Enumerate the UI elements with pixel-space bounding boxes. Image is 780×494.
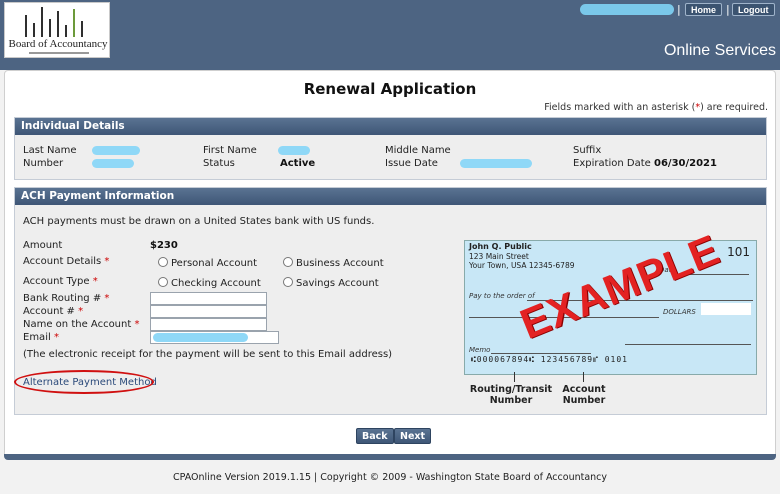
email-label: Email * [23,332,59,343]
name-on-account-input[interactable] [150,318,267,331]
savings-account-label[interactable]: Savings Account [296,278,379,289]
amount-value: $230 [150,240,178,251]
check-city: Your Town, USA 12345-6789 [469,261,575,270]
routing-pointer [514,372,515,382]
suffix-label: Suffix [573,145,602,156]
page-title: Renewal Application [303,80,477,98]
logo-subtitle-line [29,52,89,54]
business-account-label[interactable]: Business Account [296,258,384,269]
username-redacted [580,4,674,15]
individual-details-heading: Individual Details [15,118,766,135]
number-redacted [92,159,134,168]
bank-routing-input[interactable] [150,292,267,305]
account-type-label: Account Type * [23,276,98,287]
next-button[interactable]: Next [394,428,432,444]
red-annotation-circle [14,370,154,394]
home-button[interactable]: Home [685,3,723,16]
receipt-note: (The electronic receipt for the payment … [23,349,393,360]
account-pointer [583,372,584,382]
header-separator: | [726,3,730,16]
logo-bars-graphic [25,7,95,37]
account-number-label: Account # * [23,306,84,317]
online-services-title: Online Services [663,42,776,59]
ach-payment-heading: ACH Payment Information [15,188,766,205]
amount-label: Amount [23,240,63,251]
business-account-radio[interactable] [283,257,293,267]
first-name-label: First Name [203,145,257,156]
check-memo-line [491,353,591,354]
footer-copyright: CPAOnline Version 2019.1.15 | Copyright … [172,472,608,483]
board-of-accountancy-logo[interactable]: Board of Accountancy [4,2,110,58]
name-on-account-label: Name on the Account * [23,319,140,330]
status-label: Status [203,158,235,169]
personal-account-label[interactable]: Personal Account [171,258,257,269]
email-redacted [153,333,248,342]
status-value: Active [280,158,316,169]
first-name-redacted [278,146,310,155]
expiration-date-value: 06/30/2021 [654,158,717,169]
account-details-label: Account Details * [23,256,110,267]
email-input[interactable] [150,331,279,344]
example-check-image: John Q. Public 123 Main Street Your Town… [464,225,757,375]
check-dollars-label: DOLLARS [663,308,696,316]
routing-transit-caption: Routing/Transit Number [469,384,553,406]
check-number: 101 [727,245,750,259]
ach-notice: ACH payments must be drawn on a United S… [23,216,375,227]
check-account-holder: John Q. Public [469,242,532,251]
last-name-label: Last Name [23,145,77,156]
check-signature-line [625,344,751,345]
account-number-caption: Account Number [562,384,606,406]
check-amount-box [701,303,751,315]
middle-name-label: Middle Name [385,145,451,156]
check-street: 123 Main Street [469,252,529,261]
card-bottom-bar [4,454,776,460]
back-button[interactable]: Back [356,428,394,444]
last-name-redacted [92,146,140,155]
required-fields-note: Fields marked with an asterisk (*) are r… [544,102,768,113]
expiration-date-label: Expiration Date [573,158,651,169]
check-micr-line: ⑆000067894⑆ 123456789⑈ 0101 [471,355,628,364]
header-separator: | [677,3,681,16]
account-number-input[interactable] [150,305,267,318]
issue-date-label: Issue Date [385,158,438,169]
issue-date-redacted [460,159,532,168]
bank-routing-label: Bank Routing # * [23,293,110,304]
savings-account-radio[interactable] [283,277,293,287]
checking-account-radio[interactable] [158,277,168,287]
check-memo-label: Memo [469,346,491,354]
example-watermark: EXAMPLE [513,225,727,348]
logout-button[interactable]: Logout [732,3,775,16]
personal-account-radio[interactable] [158,257,168,267]
checking-account-label[interactable]: Checking Account [171,278,261,289]
logo-text: Board of Accountancy [8,38,108,50]
number-label: Number [23,158,64,169]
